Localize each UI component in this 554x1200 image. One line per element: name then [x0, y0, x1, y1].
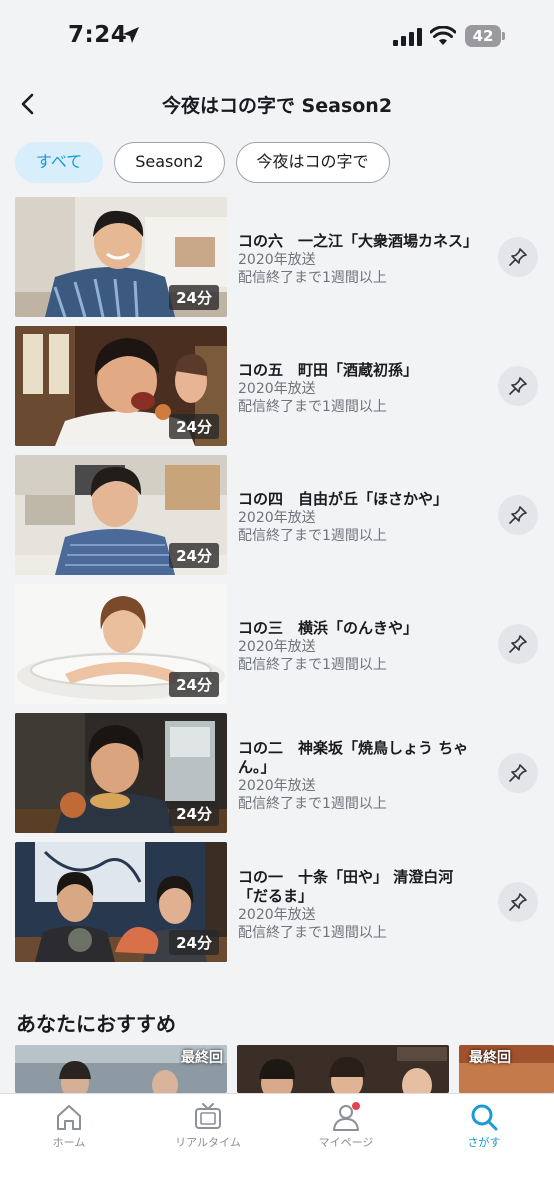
episode-thumbnail[interactable]: 24分: [15, 197, 227, 317]
episode-info: コの三 横浜「のんきや」 2020年放送 配信終了まで1週間以上: [238, 619, 488, 674]
filter-chips: すべて Season2 今夜はコの字で: [15, 142, 390, 183]
recommendation-card[interactable]: [237, 1045, 449, 1093]
tab-realtime[interactable]: リアルタイム: [158, 1102, 258, 1150]
pin-icon: [509, 506, 527, 524]
episode-availability: 配信終了まで1週間以上: [238, 796, 387, 812]
episode-year: 2020年放送: [238, 639, 316, 655]
duration-badge: 24分: [169, 672, 219, 697]
tab-home[interactable]: ホーム: [19, 1102, 119, 1150]
episode-availability: 配信終了まで1週間以上: [238, 925, 387, 941]
final-episode-badge: 最終回: [181, 1050, 223, 1066]
tab-label: ホーム: [52, 1136, 86, 1149]
chip-all[interactable]: すべて: [15, 142, 104, 183]
pin-icon: [509, 377, 527, 395]
status-bar: 7:24 42: [0, 0, 554, 72]
recommendations-row: 最終回 最終回: [15, 1045, 554, 1093]
recommendations-title: あなたにおすすめ: [16, 1012, 176, 1036]
pin-icon: [509, 764, 527, 782]
pin-button[interactable]: [498, 495, 538, 535]
location-arrow-icon: [123, 27, 139, 43]
episode-info: コの一 十条「田や」 清澄白河 「だるま」 2020年放送 配信終了まで1週間以…: [238, 868, 488, 942]
episode-title: コの三 横浜「のんきや」: [238, 619, 419, 637]
pin-button[interactable]: [498, 753, 538, 793]
pin-icon: [509, 248, 527, 266]
recommendation-card[interactable]: 最終回: [459, 1045, 554, 1093]
episode-year: 2020年放送: [238, 907, 316, 923]
status-time: 7:24: [68, 22, 128, 48]
chip-konya-wa-konoji-de[interactable]: 今夜はコの字で: [235, 142, 390, 183]
episode-thumbnail[interactable]: 24分: [15, 842, 227, 962]
pin-button[interactable]: [498, 624, 538, 664]
tv-icon: [195, 1103, 221, 1129]
episode-item[interactable]: 24分 コの四 自由が丘「ほさかや」 2020年放送 配信終了まで1週間以上: [15, 455, 540, 584]
pin-icon: [509, 635, 527, 653]
final-episode-badge: 最終回: [469, 1050, 511, 1066]
episode-info: コの四 自由が丘「ほさかや」 2020年放送 配信終了まで1週間以上: [238, 490, 488, 545]
episode-info: コの六 一之江「大衆酒場カネス」 2020年放送 配信終了まで1週間以上: [238, 232, 488, 287]
pin-button[interactable]: [498, 366, 538, 406]
episode-title: コの二 神楽坂「焼鳥しょう ちゃん。」: [238, 739, 469, 776]
home-icon: [57, 1105, 81, 1130]
tab-label: さがす: [467, 1136, 501, 1149]
episode-thumbnail[interactable]: 24分: [15, 455, 227, 575]
episode-year: 2020年放送: [238, 252, 316, 268]
notification-dot: [352, 1102, 360, 1110]
episode-item[interactable]: 24分 コの一 十条「田や」 清澄白河 「だるま」 2020年放送 配信終了まで…: [15, 842, 540, 971]
pin-button[interactable]: [498, 237, 538, 277]
search-icon: [471, 1104, 498, 1131]
episode-availability: 配信終了まで1週間以上: [238, 399, 387, 415]
recommendation-card[interactable]: 最終回: [15, 1045, 227, 1093]
page-title: 今夜はコの字で Season2: [161, 95, 393, 117]
episode-title: コの四 自由が丘「ほさかや」: [238, 490, 449, 508]
episode-availability: 配信終了まで1週間以上: [238, 528, 387, 544]
tab-search[interactable]: さがす: [434, 1102, 534, 1150]
episode-item[interactable]: 24分 コの二 神楽坂「焼鳥しょう ちゃん。」 2020年放送 配信終了まで1週…: [15, 713, 540, 842]
wifi-icon: [430, 26, 456, 45]
duration-badge: 24分: [169, 543, 219, 568]
episode-year: 2020年放送: [238, 381, 316, 397]
episode-year: 2020年放送: [238, 778, 316, 794]
pin-icon: [509, 893, 527, 911]
episode-title: コの一 十条「田や」 清澄白河 「だるま」: [238, 868, 454, 905]
duration-badge: 24分: [169, 285, 219, 310]
episode-year: 2020年放送: [238, 510, 316, 526]
episode-info: コの五 町田「酒蔵初孫」 2020年放送 配信終了まで1週間以上: [238, 361, 488, 416]
episode-availability: 配信終了まで1週間以上: [238, 657, 387, 673]
tab-label: マイページ: [318, 1136, 374, 1149]
episode-item[interactable]: 24分 コの三 横浜「のんきや」 2020年放送 配信終了まで1週間以上: [15, 584, 540, 713]
duration-badge: 24分: [169, 414, 219, 439]
pin-button[interactable]: [498, 882, 538, 922]
episode-item[interactable]: 24分 コの五 町田「酒蔵初孫」 2020年放送 配信終了まで1週間以上: [15, 326, 540, 455]
episode-thumbnail[interactable]: 24分: [15, 326, 227, 446]
duration-badge: 24分: [169, 930, 219, 955]
episode-thumbnail[interactable]: 24分: [15, 713, 227, 833]
duration-badge: 24分: [169, 801, 219, 826]
episode-list: 24分 コの六 一之江「大衆酒場カネス」 2020年放送 配信終了まで1週間以上: [15, 197, 540, 971]
chip-season2[interactable]: Season2: [114, 142, 225, 183]
battery-level: 42: [472, 27, 494, 45]
episode-title: コの六 一之江「大衆酒場カネス」: [238, 232, 479, 250]
episode-item[interactable]: 24分 コの六 一之江「大衆酒場カネス」 2020年放送 配信終了まで1週間以上: [15, 197, 540, 326]
bottom-tab-bar: ホーム リアルタイム マイページ さがす: [0, 1093, 554, 1200]
tab-mypage[interactable]: マイページ: [296, 1102, 396, 1150]
episode-availability: 配信終了まで1週間以上: [238, 270, 387, 286]
episode-thumbnail[interactable]: 24分: [15, 584, 227, 704]
battery-indicator: 42: [465, 25, 505, 47]
tab-label: リアルタイム: [175, 1136, 241, 1149]
episode-info: コの二 神楽坂「焼鳥しょう ちゃん。」 2020年放送 配信終了まで1週間以上: [238, 739, 488, 813]
episode-title: コの五 町田「酒蔵初孫」: [238, 361, 419, 379]
cellular-signal-icon: [393, 28, 422, 46]
